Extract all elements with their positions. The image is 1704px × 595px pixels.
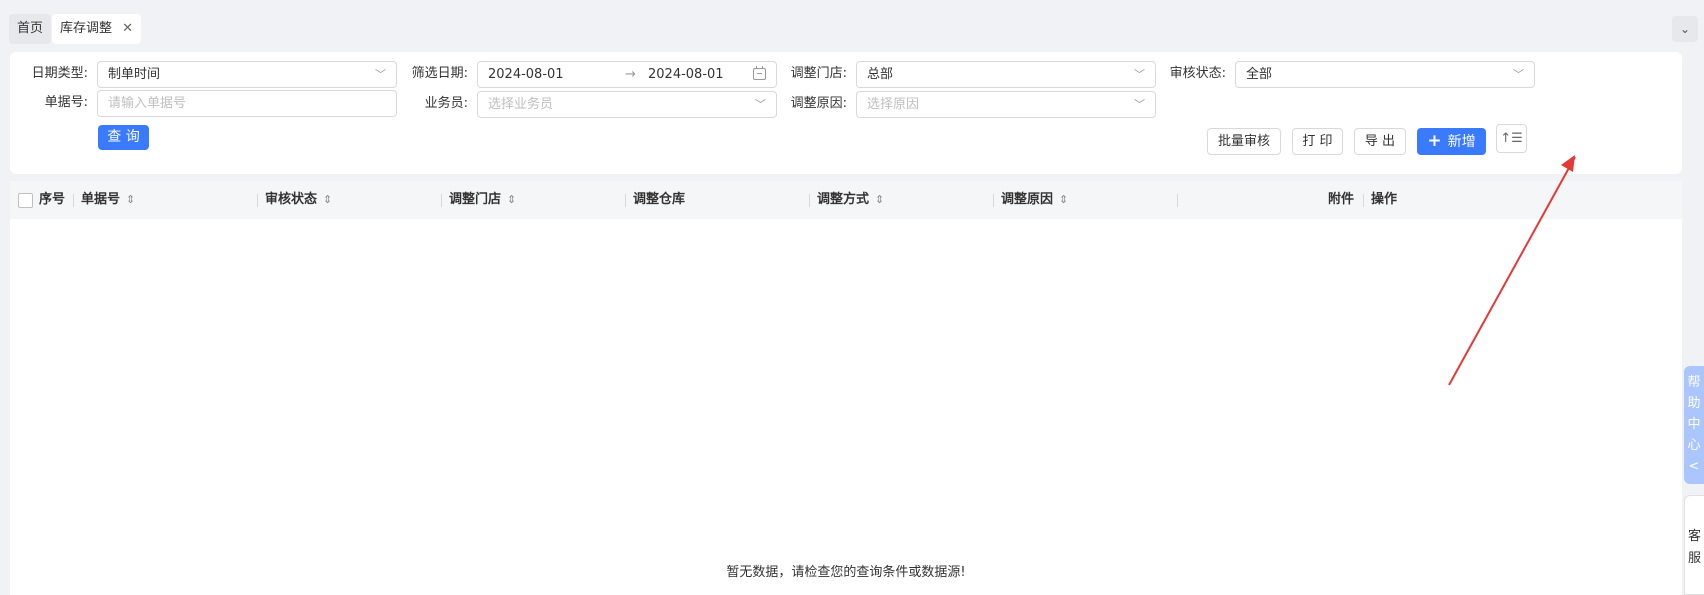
salesman-label: 业务员: [424,96,468,111]
select-all-checkbox[interactable] [18,193,33,208]
tab-inventory-adjust[interactable]: 库存调整 ✕ [52,14,142,44]
sort-icon[interactable]: ⇕ [507,193,516,206]
print-button[interactable]: 打 印 [1292,128,1343,155]
sort-icon[interactable]: ⇕ [126,193,135,206]
column-divider[interactable] [257,194,258,207]
table-header: 序号 单据号 ⇕ 审核状态 ⇕ 调整门店 ⇕ 调整仓库 调整方式 ⇕ 调整原因 ⇕ 附件 … [10,181,1682,219]
chevron-left-icon: < [1688,459,1700,474]
help-char: 中 [1687,417,1701,432]
tab-home[interactable]: 首页 [9,14,52,44]
sort-icon[interactable]: ⇕ [875,193,884,206]
col-doc-no[interactable]: 单据号 ⇕ [81,181,135,219]
chevron-down-icon: ﹀ [1134,98,1145,111]
column-divider[interactable] [1363,194,1364,207]
date-type-value: 制单时间 [108,67,161,82]
help-char: 帮 [1687,375,1701,390]
chevron-down-icon: ﹀ [375,68,386,81]
sort-settings-icon[interactable]: ↑☰ [1496,124,1527,153]
col-doc-no-label: 单据号 [81,192,121,207]
doc-no-placeholder: 请输入单据号 [108,96,187,111]
col-audit-status[interactable]: 审核状态 ⇕ [265,181,332,219]
col-method-label: 调整方式 [817,192,870,207]
date-type-label: 日期类型: [31,66,88,81]
audit-status-value: 全部 [1246,67,1273,82]
store-label: 调整门店: [790,66,847,81]
col-store-label: 调整门店 [449,192,502,207]
arrow-right-icon: → [625,67,636,82]
audit-status-select[interactable]: 全部 ﹀ [1235,61,1535,88]
store-value: 总部 [867,67,894,82]
cs-char: 客 [1687,529,1701,544]
column-divider[interactable] [993,194,994,207]
chevron-down-icon: ﹀ [755,98,766,111]
col-seq: 序号 [39,192,66,207]
column-divider[interactable] [809,194,810,207]
add-button[interactable]: + 新增 [1417,128,1486,155]
batch-audit-button[interactable]: 批量审核 [1207,128,1281,155]
salesman-placeholder: 选择业务员 [488,97,554,112]
col-reason[interactable]: 调整原因 ⇕ [1001,181,1068,219]
reason-placeholder: 选择原因 [867,97,920,112]
plus-icon: + [1427,131,1442,151]
sort-icon[interactable]: ⇕ [1059,193,1068,206]
help-center-tab[interactable]: 帮 助 中 心 < [1684,366,1704,484]
column-divider[interactable] [1177,194,1178,207]
cs-char: 服 [1687,551,1701,566]
col-operation: 操作 [1371,192,1398,207]
export-button[interactable]: 导 出 [1354,128,1406,155]
reason-select[interactable]: 选择原因 ﹀ [856,91,1156,118]
date-type-select[interactable]: 制单时间 ﹀ [97,61,397,88]
doc-no-input[interactable]: 请输入单据号 [97,90,397,117]
col-reason-label: 调整原因 [1001,192,1054,207]
date-start: 2024-08-01 [488,67,564,82]
chevron-down-icon[interactable]: ⌄ [1672,16,1698,42]
calendar-icon [753,66,766,80]
query-button[interactable]: 查 询 [98,125,149,150]
column-divider[interactable] [73,194,74,207]
col-audit-status-label: 审核状态 [265,192,318,207]
tab-home-label: 首页 [17,21,44,36]
tab-inventory-adjust-label: 库存调整 [60,21,113,36]
filter-date-label: 筛选日期: [411,66,468,81]
close-icon[interactable]: ✕ [122,21,133,36]
tab-bar: 首页 库存调整 ✕ ⌄ [0,0,1704,52]
sort-icon[interactable]: ⇕ [323,193,332,206]
col-warehouse: 调整仓库 [633,192,686,207]
empty-state-text: 暂无数据，请检查您的查询条件或数据源! [726,565,966,580]
add-button-label: 新增 [1447,134,1476,150]
help-char: 助 [1687,396,1701,411]
date-end: 2024-08-01 [648,67,724,82]
col-method[interactable]: 调整方式 ⇕ [817,181,884,219]
chevron-down-icon: ﹀ [1513,68,1524,81]
table-body: 暂无数据，请检查您的查询条件或数据源! [10,219,1682,595]
reason-label: 调整原因: [790,96,847,111]
col-store[interactable]: 调整门店 ⇕ [449,181,516,219]
doc-no-label: 单据号: [44,95,88,110]
customer-service-widget[interactable]: 客 服 [1684,495,1704,595]
help-char: 心 [1687,438,1701,453]
audit-status-label: 审核状态: [1169,66,1226,81]
salesman-select[interactable]: 选择业务员 ﹀ [477,91,777,118]
col-attachment: 附件 [1328,192,1355,207]
date-range-picker[interactable]: 2024-08-01 → 2024-08-01 [477,61,777,88]
chevron-down-icon: ﹀ [1134,68,1145,81]
column-divider[interactable] [625,194,626,207]
filter-panel: 日期类型: 制单时间 ﹀ 筛选日期: 2024-08-01 → 2024-08-… [10,52,1682,174]
store-select[interactable]: 总部 ﹀ [856,61,1156,88]
column-divider[interactable] [441,194,442,207]
